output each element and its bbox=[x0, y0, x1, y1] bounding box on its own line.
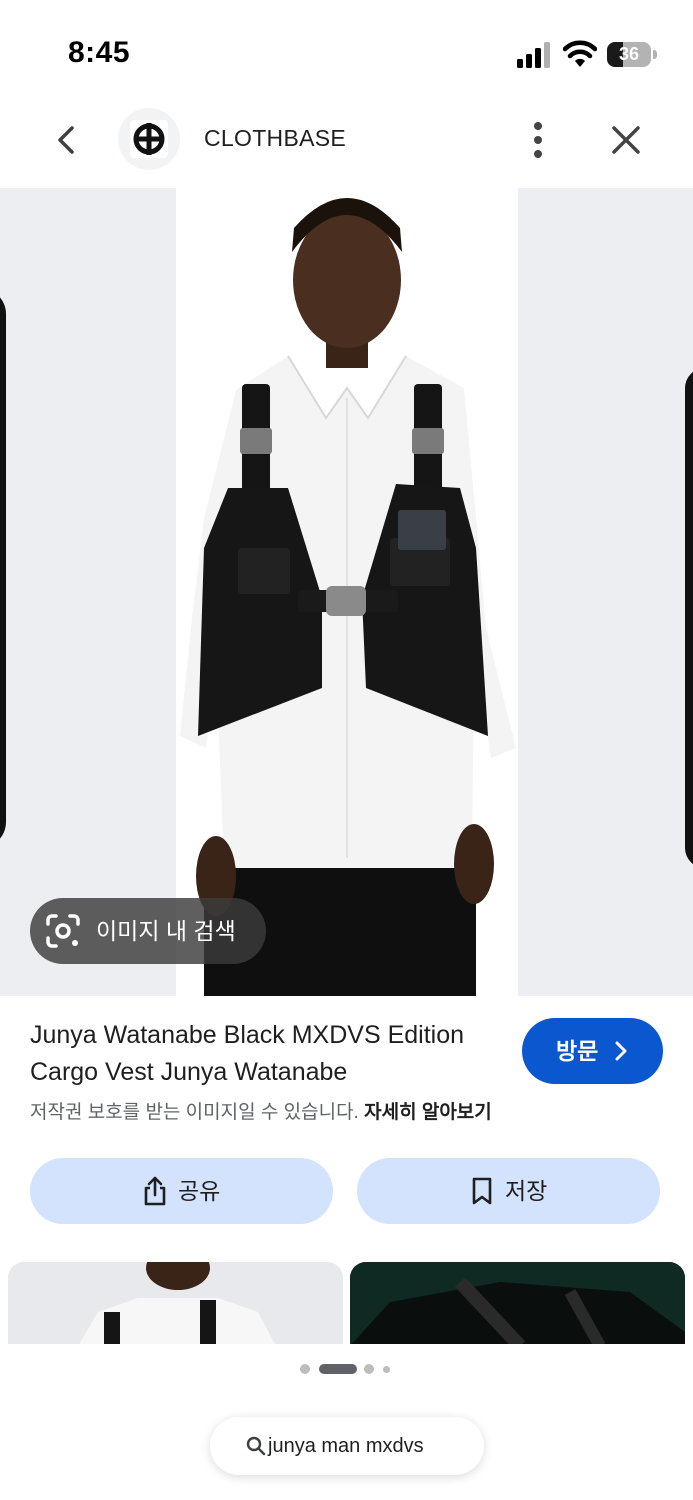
cellular-signal-icon bbox=[517, 42, 550, 68]
visit-label: 방문 bbox=[556, 1038, 599, 1064]
chevron-right-icon bbox=[615, 1041, 627, 1061]
product-photo[interactable] bbox=[176, 188, 518, 996]
more-vert-icon[interactable] bbox=[520, 118, 556, 162]
related-image-card[interactable] bbox=[8, 1262, 343, 1346]
pagination-dot-active[interactable] bbox=[319, 1364, 357, 1374]
pagination-dot[interactable] bbox=[383, 1366, 390, 1373]
result-title[interactable]: Junya Watanabe Black MXDVS Edition Cargo… bbox=[30, 1017, 500, 1091]
learn-more-link[interactable]: 자세히 알아보기 bbox=[364, 1102, 492, 1123]
back-arrow-icon[interactable] bbox=[48, 120, 88, 160]
close-icon[interactable] bbox=[604, 118, 648, 162]
bookmark-icon bbox=[472, 1177, 492, 1205]
save-button[interactable]: 저장 bbox=[357, 1158, 660, 1224]
share-icon bbox=[144, 1176, 166, 1206]
status-time: 8:45 bbox=[68, 36, 131, 69]
battery-level: 36 bbox=[618, 44, 640, 64]
wifi-icon bbox=[563, 40, 597, 67]
visit-button[interactable]: 방문 bbox=[522, 1018, 663, 1084]
status-bar: 8:45 36 bbox=[0, 0, 693, 100]
search-in-image-label: 이미지 내 검색 bbox=[96, 918, 236, 944]
pagination-dot[interactable] bbox=[364, 1364, 374, 1374]
search-icon bbox=[246, 1436, 266, 1456]
search-query-text: junya man mxdvs bbox=[268, 1435, 424, 1457]
adjacent-image-edge bbox=[0, 288, 6, 848]
search-query-pill[interactable]: junya man mxdvs bbox=[210, 1417, 484, 1475]
related-image-thumbnail bbox=[350, 1262, 685, 1346]
site-logo-icon bbox=[130, 120, 168, 158]
related-image-card[interactable] bbox=[350, 1262, 685, 1346]
site-logo[interactable] bbox=[118, 108, 180, 170]
share-button[interactable]: 공유 bbox=[30, 1158, 333, 1224]
pagination-dot[interactable] bbox=[300, 1364, 310, 1374]
pagination-dots bbox=[300, 1364, 400, 1374]
battery-indicator: 36 bbox=[607, 42, 657, 67]
viewer-header: CLOTHBASE bbox=[0, 100, 693, 188]
copyright-text: 저작권 보호를 받는 이미지일 수 있습니다. bbox=[30, 1102, 359, 1123]
copyright-notice: 저작권 보호를 받는 이미지일 수 있습니다. 자세히 알아보기 bbox=[30, 1097, 492, 1124]
share-label: 공유 bbox=[178, 1178, 221, 1204]
save-label: 저장 bbox=[505, 1178, 548, 1204]
lens-search-icon bbox=[46, 914, 80, 948]
related-image-thumbnail bbox=[8, 1262, 343, 1346]
search-in-image-chip[interactable]: 이미지 내 검색 bbox=[30, 898, 266, 964]
adjacent-image-edge bbox=[685, 368, 693, 868]
image-viewer[interactable]: 이미지 내 검색 bbox=[0, 188, 693, 996]
site-name[interactable]: CLOTHBASE bbox=[204, 125, 346, 152]
